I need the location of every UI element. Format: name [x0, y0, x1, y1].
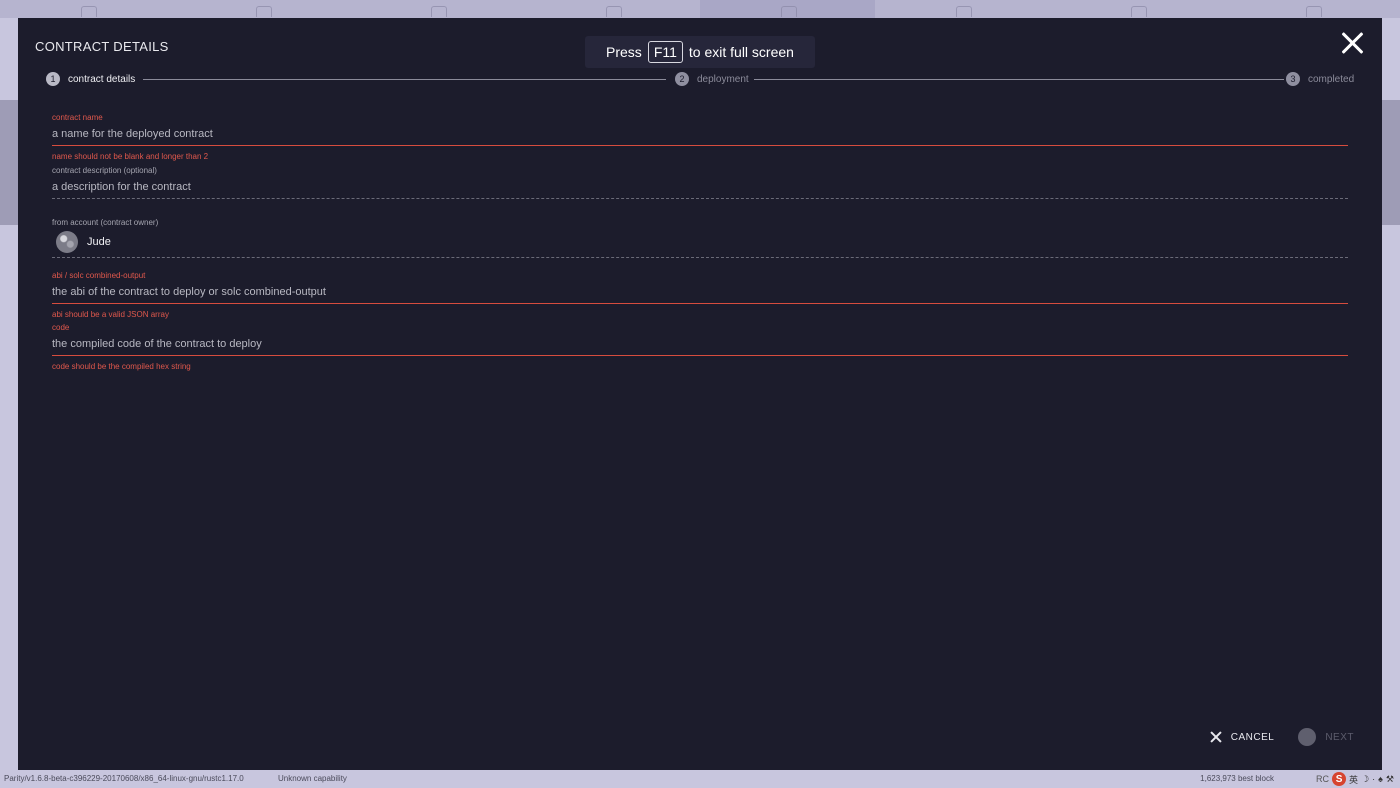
- from-account-select[interactable]: Jude: [52, 231, 1348, 258]
- contract-name-input[interactable]: a name for the deployed contract: [52, 128, 1348, 146]
- account-avatar-icon: [56, 231, 78, 253]
- tab-icon: [80, 6, 97, 17]
- background-tab: [175, 0, 350, 18]
- step-number: 2: [675, 72, 689, 86]
- abi-error: abi should be a valid JSON array: [52, 310, 169, 319]
- cancel-button[interactable]: CANCEL: [1210, 731, 1275, 743]
- account-name: Jude: [87, 236, 111, 248]
- next-button[interactable]: NEXT: [1298, 728, 1354, 746]
- tab-icon: [955, 6, 972, 17]
- contract-description-field: contract description (optional) a descri…: [52, 166, 1348, 199]
- step-label: deployment: [697, 73, 749, 85]
- code-field: code the compiled code of the contract t…: [52, 323, 1348, 371]
- modal-title: CONTRACT DETAILS: [35, 39, 169, 54]
- step-contract-details: 1 contract details: [46, 72, 135, 86]
- contract-deploy-modal: CONTRACT DETAILS Press F11 to exit full …: [18, 18, 1382, 770]
- step-number: 1: [46, 72, 60, 86]
- account-avatar-icon: [1298, 728, 1317, 746]
- background-tab: [1050, 0, 1225, 18]
- step-label: contract details: [68, 73, 136, 85]
- tab-icon: [255, 6, 272, 17]
- ime-language-icon[interactable]: 英: [1349, 773, 1358, 786]
- fullscreen-banner-suffix: to exit full screen: [688, 44, 794, 60]
- sogou-input-icon[interactable]: S: [1332, 772, 1347, 786]
- background-tab: [875, 0, 1050, 18]
- code-error: code should be the compiled hex string: [52, 362, 191, 371]
- code-input[interactable]: the compiled code of the contract to dep…: [52, 338, 1348, 356]
- status-bar: Parity/v1.6.8-beta-c396229-20170608/x86_…: [0, 770, 1400, 788]
- moon-icon[interactable]: ☽: [1361, 774, 1369, 785]
- step-connector: [143, 79, 666, 80]
- from-account-label: from account (contract owner): [52, 218, 159, 227]
- system-tray: RC S 英 ☽ · ♠ ⚒: [1316, 772, 1394, 786]
- cancel-label: CANCEL: [1230, 731, 1275, 743]
- background-scroll-right: [1382, 100, 1400, 225]
- abi-input[interactable]: the abi of the contract to deploy or sol…: [52, 286, 1348, 304]
- step-number: 3: [1286, 72, 1300, 86]
- step-connector: [754, 79, 1284, 80]
- fullscreen-key: F11: [647, 41, 683, 63]
- contract-name-error: name should not be blank and longer than…: [52, 152, 209, 161]
- background-scroll-left: [0, 100, 18, 225]
- modal-actions: CANCEL NEXT: [1210, 728, 1354, 746]
- version-string: Parity/v1.6.8-beta-c396229-20170608/x86_…: [4, 774, 244, 783]
- contract-description-label: contract description (optional): [52, 166, 157, 175]
- close-icon: [1210, 731, 1222, 743]
- capability-status: Unknown capability: [278, 774, 347, 783]
- background-tab: [350, 0, 525, 18]
- wrench-icon[interactable]: ⚒: [1386, 774, 1394, 785]
- stepper: 1 contract details 2 deployment 3 comple…: [46, 72, 1356, 86]
- best-block: 1,623,973 best block: [1200, 774, 1274, 783]
- close-icon[interactable]: [1339, 30, 1365, 56]
- background-tab-active: [700, 0, 875, 18]
- tab-icon: [430, 6, 447, 17]
- fullscreen-banner: Press F11 to exit full screen: [585, 36, 815, 68]
- tab-icon: [1130, 6, 1147, 17]
- step-deployment: 2 deployment: [675, 72, 749, 86]
- contract-name-field: contract name a name for the deployed co…: [52, 113, 1348, 161]
- background-nav-bar: [0, 0, 1400, 18]
- background-tab: [525, 0, 700, 18]
- next-label: NEXT: [1325, 731, 1354, 743]
- background-tab: [1225, 0, 1400, 18]
- contract-name-label: contract name: [52, 113, 103, 122]
- shirt-icon[interactable]: ♠: [1378, 774, 1383, 784]
- step-completed: 3 completed: [1286, 72, 1354, 86]
- tab-icon: [1305, 6, 1322, 17]
- tray-rc-text: RC: [1316, 774, 1330, 784]
- fullscreen-banner-prefix: Press: [606, 44, 642, 60]
- code-label: code: [52, 323, 70, 332]
- punctuation-icon[interactable]: ·: [1372, 774, 1375, 784]
- contract-description-input[interactable]: a description for the contract: [52, 181, 1348, 199]
- tab-icon: [780, 6, 797, 17]
- abi-label: abi / solc combined-output: [52, 271, 146, 280]
- step-label: completed: [1308, 73, 1355, 85]
- tab-icon: [605, 6, 622, 17]
- abi-field: abi / solc combined-output the abi of th…: [52, 271, 1348, 319]
- background-tab: [0, 0, 175, 18]
- from-account-field: from account (contract owner) Jude: [52, 218, 1348, 258]
